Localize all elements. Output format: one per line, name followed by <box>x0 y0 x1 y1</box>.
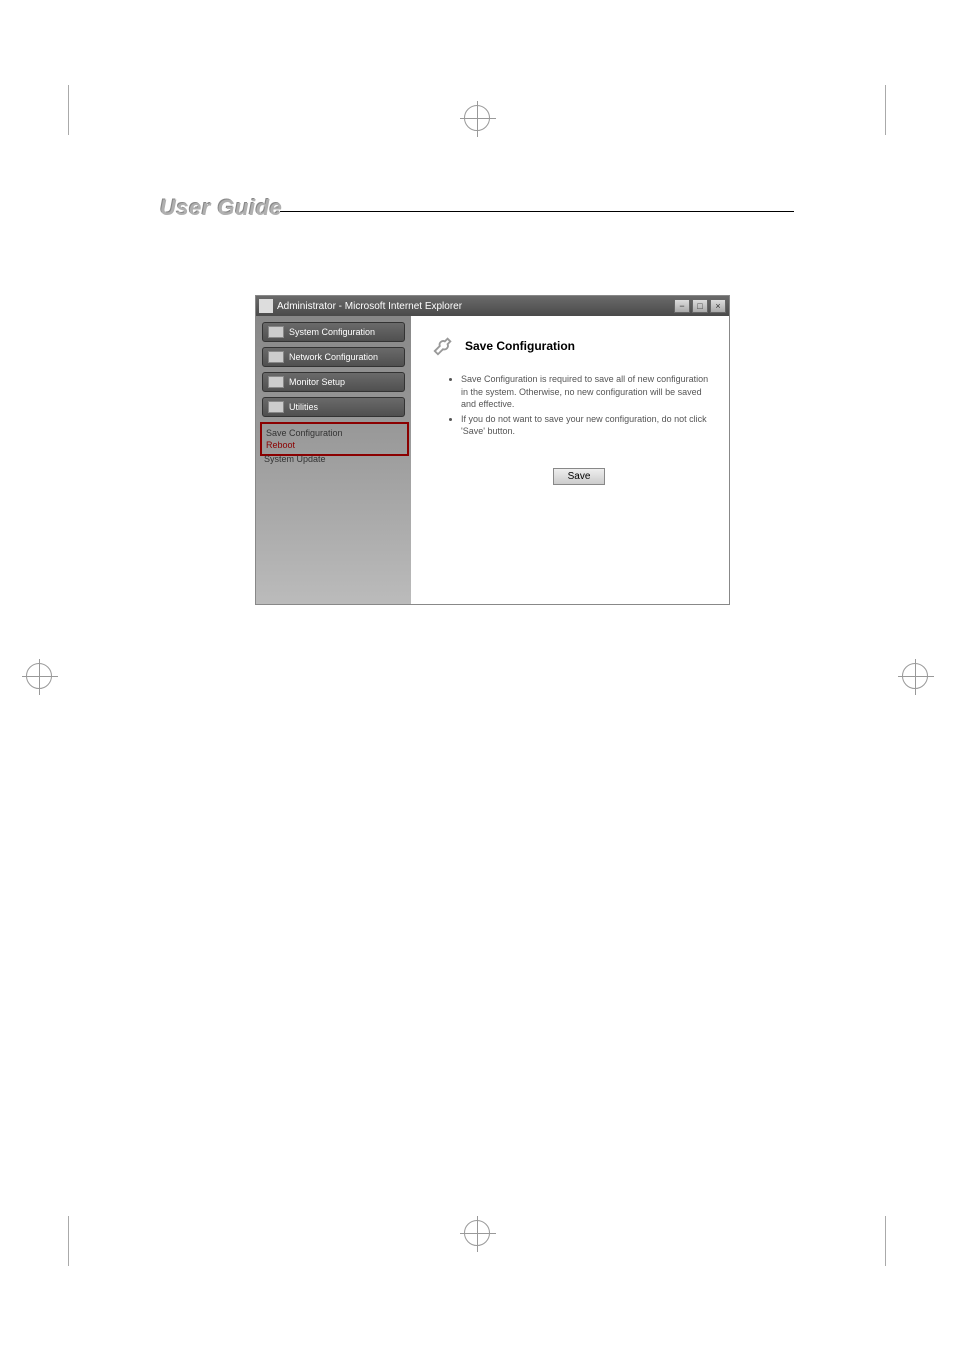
nav-label: System Configuration <box>289 327 375 337</box>
page-header: User Guide <box>160 195 794 212</box>
window-controls: − □ × <box>674 299 726 313</box>
nav-system-configuration[interactable]: System Configuration <box>262 322 405 342</box>
network-config-icon <box>268 351 284 363</box>
bullet-item: Save Configuration is required to save a… <box>461 373 709 411</box>
sidebar-sub-items: Save Configuration Reboot System Update <box>262 422 405 465</box>
registration-mark-icon <box>902 663 928 689</box>
content-title: Save Configuration <box>465 339 575 353</box>
crop-mark <box>885 1216 886 1266</box>
minimize-button[interactable]: − <box>674 299 690 313</box>
maximize-button[interactable]: □ <box>692 299 708 313</box>
main-content: Save Configuration Save Configuration is… <box>411 316 729 604</box>
page-title: User Guide <box>160 195 282 221</box>
registration-mark-icon <box>26 663 52 689</box>
window-title: Administrator - Microsoft Internet Explo… <box>277 301 674 312</box>
sub-item-reboot[interactable]: Reboot <box>266 439 403 451</box>
content-body: Save Configuration is required to save a… <box>431 373 709 485</box>
header-divider <box>280 211 794 212</box>
crop-mark <box>885 85 886 135</box>
browser-window: Administrator - Microsoft Internet Explo… <box>255 295 730 605</box>
wrench-icon <box>431 334 455 358</box>
bullet-item: If you do not want to save your new conf… <box>461 413 709 438</box>
system-config-icon <box>268 326 284 338</box>
nav-utilities[interactable]: Utilities <box>262 397 405 417</box>
registration-mark-icon <box>464 1220 490 1246</box>
sub-item-system-update[interactable]: System Update <box>264 453 405 465</box>
nav-monitor-setup[interactable]: Monitor Setup <box>262 372 405 392</box>
nav-label: Utilities <box>289 402 318 412</box>
browser-content: System Configuration Network Configurati… <box>256 316 729 604</box>
monitor-setup-icon <box>268 376 284 388</box>
utilities-icon <box>268 401 284 413</box>
content-header: Save Configuration <box>431 334 709 358</box>
nav-label: Monitor Setup <box>289 377 345 387</box>
close-button[interactable]: × <box>710 299 726 313</box>
nav-label: Network Configuration <box>289 352 378 362</box>
crop-mark <box>68 85 69 135</box>
titlebar: Administrator - Microsoft Internet Explo… <box>256 296 729 316</box>
crop-mark <box>68 1216 69 1266</box>
sub-item-save-configuration[interactable]: Save Configuration <box>266 427 403 439</box>
nav-network-configuration[interactable]: Network Configuration <box>262 347 405 367</box>
save-button[interactable]: Save <box>553 468 606 485</box>
registration-mark-icon <box>464 105 490 131</box>
ie-icon <box>259 299 273 313</box>
sidebar: System Configuration Network Configurati… <box>256 316 411 604</box>
